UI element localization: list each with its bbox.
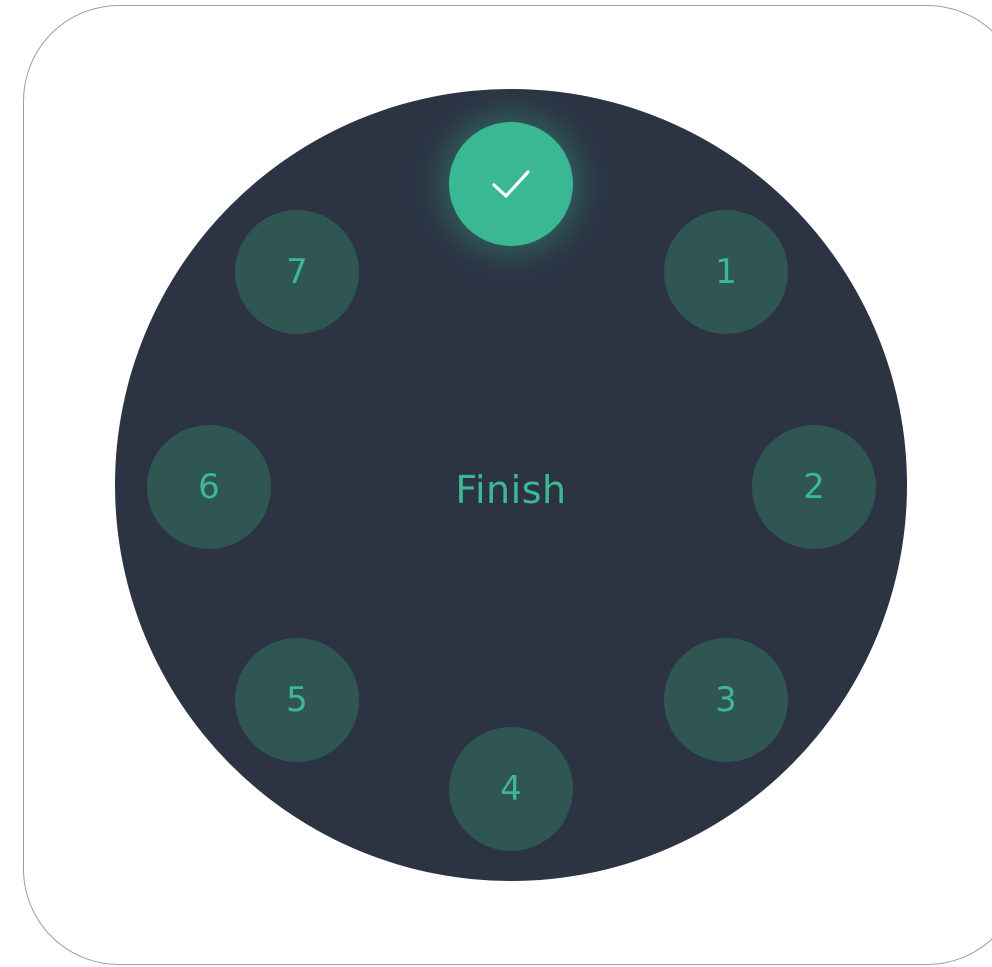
step-6-button[interactable]: 6 [147, 425, 271, 549]
step-7-button[interactable]: 7 [235, 210, 359, 334]
completed-step-button[interactable] [449, 122, 573, 246]
step-2-button[interactable]: 2 [752, 425, 876, 549]
step-1-button[interactable]: 1 [664, 210, 788, 334]
finish-label: Finish [455, 468, 567, 512]
step-5-button[interactable]: 5 [235, 638, 359, 762]
step-4-button[interactable]: 4 [449, 727, 573, 851]
check-icon [492, 170, 530, 198]
step-3-button[interactable]: 3 [664, 638, 788, 762]
